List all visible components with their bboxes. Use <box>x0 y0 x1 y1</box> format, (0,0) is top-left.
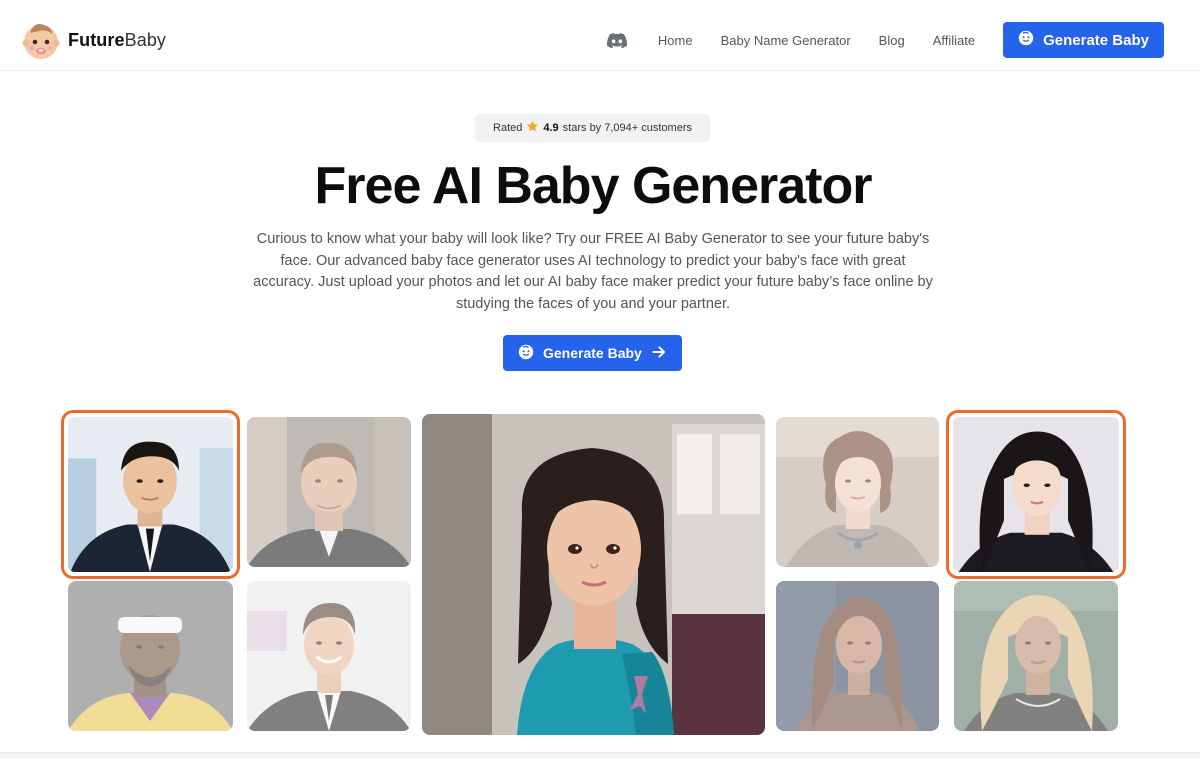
baby-face-logo-icon <box>22 19 60 61</box>
section-divider <box>0 752 1200 758</box>
photo-baby-result[interactable] <box>422 414 765 735</box>
brand-logo[interactable]: FutureBaby <box>22 19 166 61</box>
hero-generate-baby-button[interactable]: Generate Baby <box>503 335 682 371</box>
nav-link-blog[interactable]: Blog <box>879 33 905 48</box>
rating-suffix: stars by 7,094+ customers <box>562 122 692 134</box>
rating-score: 4.9 <box>543 122 559 134</box>
example-gallery <box>0 405 1200 745</box>
photo-male-3[interactable] <box>68 581 233 731</box>
discord-icon[interactable] <box>606 29 628 51</box>
photo-female-selected[interactable] <box>946 410 1126 579</box>
header-generate-baby-label: Generate Baby <box>1043 31 1149 49</box>
photo-male-4[interactable] <box>247 581 411 731</box>
photo-female-2[interactable] <box>776 417 939 567</box>
nav-link-baby-name-generator[interactable]: Baby Name Generator <box>721 33 851 48</box>
rating-prefix: Rated <box>493 122 523 134</box>
star-icon <box>526 120 539 136</box>
site-header: FutureBaby Home Baby Name Generator Blog… <box>0 0 1200 71</box>
brand-name: FutureBaby <box>68 29 167 50</box>
baby-smile-icon <box>1018 30 1034 50</box>
photo-male-selected[interactable] <box>61 410 240 579</box>
nav-link-home[interactable]: Home <box>658 33 693 48</box>
nav-link-affiliate[interactable]: Affiliate <box>933 33 975 48</box>
baby-smile-icon <box>518 344 534 363</box>
photo-female-4[interactable] <box>954 581 1118 731</box>
header-generate-baby-button[interactable]: Generate Baby <box>1003 22 1164 58</box>
arrow-right-icon <box>651 344 667 363</box>
hero-description: Curious to know what your baby will look… <box>253 231 933 312</box>
photo-male-2[interactable] <box>247 417 411 567</box>
rating-badge: Rated 4.9 stars by 7,094+ customers <box>475 114 710 142</box>
photo-female-3[interactable] <box>776 581 939 731</box>
hero-title: Free AI Baby Generator <box>314 157 873 215</box>
hero-generate-baby-label: Generate Baby <box>543 345 642 361</box>
main-nav: Home Baby Name Generator Blog Affiliate … <box>606 22 1164 58</box>
